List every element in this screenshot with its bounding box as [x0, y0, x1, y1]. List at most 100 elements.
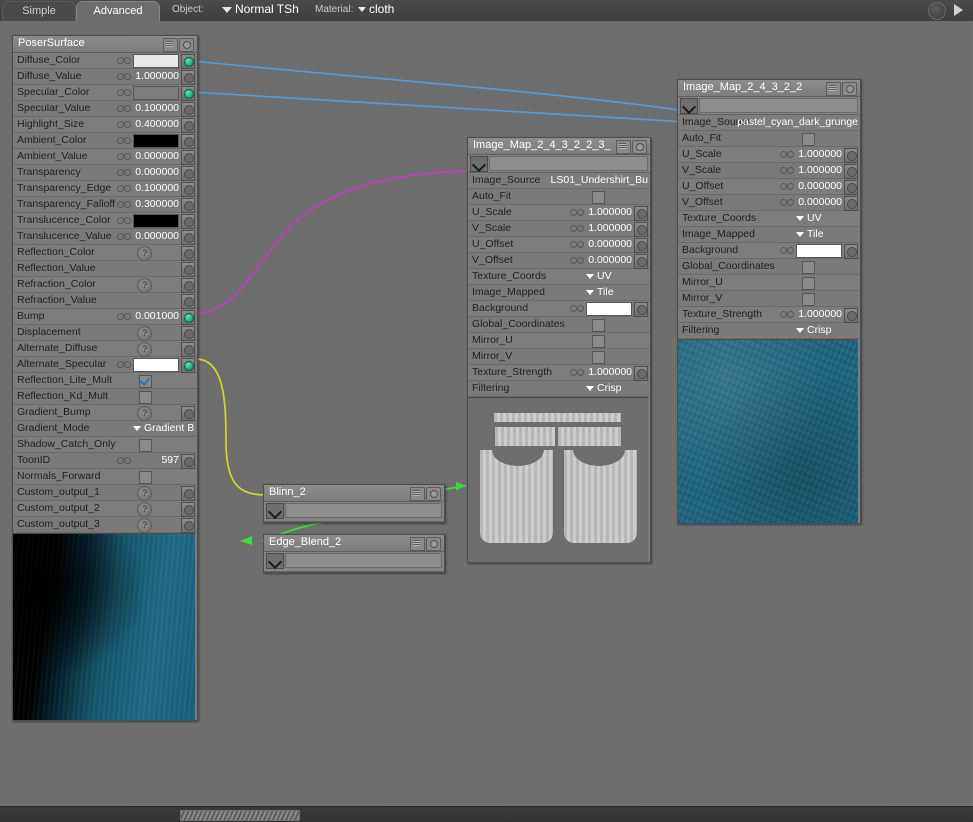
property-dropdown[interactable]: Gradient B [133, 422, 194, 434]
property-value[interactable]: 1.000000 [588, 222, 632, 234]
property-checkbox[interactable] [139, 391, 152, 404]
connection-plug[interactable] [634, 222, 648, 237]
link-icon[interactable] [780, 199, 796, 206]
property-checkbox[interactable] [139, 471, 152, 484]
link-icon[interactable] [780, 167, 796, 174]
node-image-map-center[interactable]: Image_Map_2_4_3_2_2_3_ Image_Source LS01_… [467, 137, 651, 563]
connection-plug[interactable] [181, 134, 195, 149]
link-icon[interactable] [117, 121, 133, 128]
node-image-map-right[interactable]: Image_Map_2_4_3_2_2 Image_Source pastel_c… [677, 79, 861, 524]
preview-toggle-icon[interactable] [842, 82, 857, 96]
help-icon[interactable]: question-icon [928, 2, 946, 20]
property-value[interactable]: 0.000000 [588, 254, 632, 266]
link-icon[interactable] [117, 201, 133, 208]
node-header[interactable]: Image_Map_2_4_3_2_2 [678, 80, 860, 97]
connection-plug[interactable] [634, 206, 648, 221]
link-icon[interactable] [117, 153, 133, 160]
link-icon[interactable] [117, 217, 133, 224]
node-poser-surface[interactable]: PoserSurface Diffuse_Color Diffuse_Value 1… [12, 35, 198, 721]
node-input-field[interactable] [285, 553, 442, 568]
connection-plug[interactable] [181, 198, 195, 213]
node-canvas[interactable]: PoserSurface Diffuse_Color Diffuse_Value 1… [0, 21, 973, 807]
property-value[interactable]: 0.000000 [798, 180, 842, 192]
connection-plug[interactable] [181, 294, 195, 309]
property-value[interactable]: pastel_cyan_dark_grunge [737, 116, 858, 128]
node-header[interactable]: Blinn_2 [264, 485, 444, 502]
property-checkbox[interactable] [139, 439, 152, 452]
link-icon[interactable] [117, 185, 133, 192]
material-selector[interactable]: cloth [358, 2, 394, 16]
node-header[interactable]: Edge_Blend_2 [264, 535, 444, 552]
collapse-icon[interactable] [410, 487, 425, 501]
unset-value-icon[interactable]: ? [137, 502, 152, 517]
connection-plug[interactable] [844, 196, 858, 211]
property-value[interactable]: 0.000000 [135, 230, 179, 242]
connection-plug[interactable] [181, 342, 195, 357]
connection-plug[interactable] [181, 278, 195, 293]
connection-plug[interactable] [181, 70, 195, 85]
link-icon[interactable] [117, 57, 133, 64]
property-value[interactable]: 0.000000 [798, 196, 842, 208]
connection-plug[interactable] [181, 454, 195, 469]
connection-plug[interactable] [181, 182, 195, 197]
property-dropdown[interactable]: Tile [586, 286, 614, 298]
link-icon[interactable] [117, 137, 133, 144]
property-dropdown[interactable]: UV [586, 270, 612, 282]
node-input-field[interactable] [489, 156, 648, 171]
property-value[interactable]: 0.400000 [135, 118, 179, 130]
property-value[interactable]: 1.000000 [798, 164, 842, 176]
link-icon[interactable] [117, 233, 133, 240]
connection-plug[interactable] [844, 148, 858, 163]
property-value[interactable]: 0.300000 [135, 198, 179, 210]
connection-plug[interactable] [634, 238, 648, 253]
property-value[interactable]: 1.000000 [588, 366, 632, 378]
connection-plug[interactable] [844, 180, 858, 195]
unset-value-icon[interactable]: ? [137, 518, 152, 533]
property-value[interactable]: LS01_Undershirt_Bu [551, 174, 648, 186]
property-value[interactable]: 0.000000 [135, 166, 179, 178]
link-icon[interactable] [780, 247, 796, 254]
connection-plug[interactable] [181, 518, 195, 533]
connection-plug[interactable] [181, 486, 195, 501]
connection-plug[interactable] [181, 358, 195, 373]
preview-toggle-icon[interactable] [632, 140, 647, 154]
property-value[interactable]: 597 [135, 454, 179, 466]
link-icon[interactable] [117, 313, 133, 320]
unset-value-icon[interactable]: ? [137, 246, 152, 261]
property-checkbox[interactable] [802, 293, 815, 306]
property-dropdown[interactable]: Crisp [796, 324, 832, 336]
property-value[interactable]: 0.100000 [135, 182, 179, 194]
connection-plug[interactable] [181, 502, 195, 517]
node-header[interactable]: Image_Map_2_4_3_2_2_3_ [468, 138, 650, 155]
unset-value-icon[interactable]: ? [137, 342, 152, 357]
collapse-icon[interactable] [163, 38, 178, 52]
connection-plug[interactable] [181, 230, 195, 245]
link-icon[interactable] [780, 183, 796, 190]
unset-value-icon[interactable]: ? [137, 326, 152, 341]
color-swatch[interactable] [133, 358, 179, 372]
connection-plug[interactable] [181, 102, 195, 117]
property-value[interactable]: 0.100000 [135, 102, 179, 114]
unset-value-icon[interactable]: ? [137, 278, 152, 293]
link-icon[interactable] [117, 169, 133, 176]
connection-plug[interactable] [181, 214, 195, 229]
connection-plug[interactable] [844, 164, 858, 179]
color-swatch[interactable] [133, 86, 179, 100]
collapse-icon[interactable] [826, 82, 841, 96]
connection-plug[interactable] [181, 406, 195, 421]
node-blinn[interactable]: Blinn_2 [263, 484, 445, 523]
preview-toggle-icon[interactable] [179, 38, 194, 52]
connection-plug[interactable] [634, 366, 648, 381]
color-swatch[interactable] [796, 244, 842, 258]
link-icon[interactable] [117, 457, 133, 464]
property-checkbox[interactable] [802, 277, 815, 290]
property-checkbox[interactable] [802, 133, 815, 146]
scrollbar-thumb[interactable] [180, 810, 300, 821]
tab-simple[interactable]: Simple [2, 1, 76, 21]
color-swatch[interactable] [133, 54, 179, 68]
link-icon[interactable] [780, 151, 796, 158]
preview-toggle-icon[interactable] [426, 487, 441, 501]
link-icon[interactable] [117, 73, 133, 80]
property-dropdown[interactable]: Tile [796, 228, 824, 240]
play-arrow-icon[interactable] [951, 2, 969, 18]
